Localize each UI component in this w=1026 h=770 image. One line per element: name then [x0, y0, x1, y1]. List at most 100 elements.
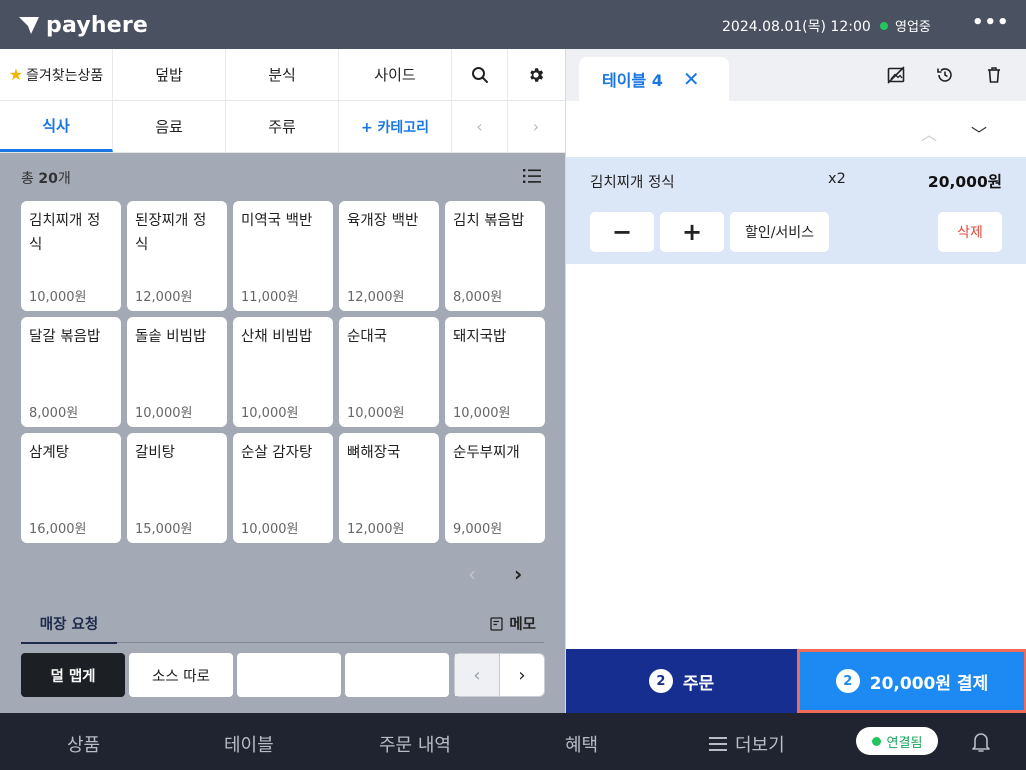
- connection-status: 연결됨: [856, 727, 938, 755]
- product-price: 8,000원: [453, 290, 503, 305]
- category-side[interactable]: 사이드: [339, 49, 452, 100]
- order-button[interactable]: 2 주문: [566, 649, 797, 713]
- request-option-empty[interactable]: [237, 653, 341, 697]
- nav-tables[interactable]: 테이블: [224, 731, 274, 757]
- product-price: 9,000원: [453, 522, 503, 537]
- connection-dot-icon: [871, 736, 881, 746]
- category-drinks[interactable]: 음료: [113, 101, 226, 152]
- grid-prev-icon[interactable]: ‹: [468, 562, 476, 586]
- product-price: 12,000원: [347, 290, 405, 305]
- table-tab[interactable]: 테이블 4 ✕: [579, 57, 729, 101]
- nav-products[interactable]: 상품: [67, 731, 100, 757]
- close-icon[interactable]: ✕: [683, 67, 700, 91]
- scroll-down-icon[interactable]: ﹀: [971, 121, 987, 145]
- product-price: 10,000원: [453, 406, 511, 421]
- product-price: 10,000원: [135, 406, 193, 421]
- request-pager: ‹ ›: [454, 653, 545, 697]
- product-price: 15,000원: [135, 522, 193, 537]
- category-next-icon[interactable]: ›: [508, 101, 564, 152]
- request-next-icon[interactable]: ›: [500, 654, 544, 696]
- product-card[interactable]: 산채 비빔밥 10,000원: [233, 317, 333, 427]
- product-card[interactable]: 돌솥 비빔밥 10,000원: [127, 317, 227, 427]
- settings-button[interactable]: [508, 49, 564, 100]
- product-card[interactable]: 미역국 백반 11,000원: [233, 201, 333, 311]
- no-image-icon[interactable]: [887, 66, 905, 84]
- nav-more-label: 더보기: [735, 735, 785, 756]
- request-option-empty[interactable]: [345, 653, 449, 697]
- order-item-price: 20,000원: [927, 173, 1002, 191]
- pay-button[interactable]: 2 20,000원 결제: [797, 649, 1026, 713]
- product-card[interactable]: 갈비탕 15,000원: [127, 433, 227, 543]
- logo-text: payhere: [46, 12, 149, 38]
- order-panel-header: 테이블 4 ✕: [566, 49, 1026, 101]
- delete-item-button[interactable]: 삭제: [938, 212, 1002, 252]
- trash-icon[interactable]: [985, 66, 1003, 84]
- order-button-label: 주문: [682, 673, 715, 694]
- current-datetime: 2024.08.01(목) 12:00: [722, 19, 871, 35]
- category-rice-bowl[interactable]: 덮밥: [113, 49, 226, 100]
- payhere-logo-icon: [19, 17, 39, 34]
- nav-benefits[interactable]: 혜택: [565, 731, 598, 757]
- store-request-tabs: 매장 요청 메모: [21, 607, 544, 644]
- gear-icon: [530, 67, 544, 82]
- product-name: 미역국 백반: [241, 213, 313, 229]
- order-item-row[interactable]: 김치찌개 정식 x2 20,000원 − + 할인/서비스 삭제: [566, 157, 1026, 264]
- add-category-button[interactable]: + 카테고리: [339, 101, 452, 152]
- scroll-up-icon[interactable]: ︿: [921, 121, 937, 145]
- discount-service-button[interactable]: 할인/서비스: [730, 212, 829, 252]
- memo-button[interactable]: 메모: [490, 613, 536, 634]
- product-card[interactable]: 순두부찌개 9,000원: [445, 433, 545, 543]
- product-price: 8,000원: [29, 406, 79, 421]
- product-card[interactable]: 달갈 볶음밥 8,000원: [21, 317, 121, 427]
- request-option-sauce-separate[interactable]: 소스 따로: [129, 653, 233, 697]
- decrease-qty-button[interactable]: −: [590, 212, 654, 252]
- more-menu-icon[interactable]: •••: [972, 12, 1010, 33]
- product-name: 달갈 볶음밥: [29, 329, 101, 345]
- product-card[interactable]: 삼계탕 16,000원: [21, 433, 121, 543]
- table-tab-label: 테이블 4: [602, 71, 663, 90]
- grid-next-icon[interactable]: ›: [514, 562, 522, 586]
- product-count: 총 20개: [21, 168, 71, 188]
- history-icon[interactable]: [936, 66, 954, 84]
- product-name: 순대국: [347, 329, 388, 345]
- business-status: 영업중: [880, 16, 931, 35]
- product-price: 12,000원: [347, 522, 405, 537]
- product-card[interactable]: 돼지국밥 10,000원: [445, 317, 545, 427]
- product-card[interactable]: 된장찌개 정식 12,000원: [127, 201, 227, 311]
- product-name: 순살 감자탕: [241, 445, 313, 461]
- pay-count-badge: 2: [835, 669, 860, 693]
- product-card[interactable]: 김치 볶음밥 8,000원: [445, 201, 545, 311]
- connection-label: 연결됨: [886, 735, 923, 751]
- product-price: 10,000원: [347, 406, 405, 421]
- nav-more[interactable]: 더보기: [709, 731, 785, 757]
- pay-button-label: 20,000원 결제: [869, 673, 989, 694]
- request-prev-icon[interactable]: ‹: [455, 654, 500, 696]
- category-favorites[interactable]: ★ 즐겨찾는상품: [0, 49, 113, 100]
- order-item-name: 김치찌개 정식: [590, 175, 675, 191]
- product-card[interactable]: 순대국 10,000원: [339, 317, 439, 427]
- product-name: 삼계탕: [29, 445, 70, 461]
- category-snack[interactable]: 분식: [226, 49, 339, 100]
- request-option-less-spicy[interactable]: 덜 맵게: [21, 653, 125, 697]
- count-suffix: 개: [57, 171, 71, 187]
- category-label: 즐겨찾는상품: [26, 67, 104, 84]
- star-icon: ★: [8, 65, 24, 84]
- product-name: 김치찌개 정식: [29, 213, 101, 253]
- category-alcohol[interactable]: 주류: [226, 101, 339, 152]
- status-dot-icon: [880, 21, 888, 30]
- list-view-icon[interactable]: [523, 168, 541, 184]
- product-name: 뼈해장국: [347, 445, 401, 461]
- category-row-2: 식사 음료 주류 + 카테고리 ‹ ›: [0, 101, 565, 153]
- category-prev-icon[interactable]: ‹: [452, 101, 508, 152]
- search-button[interactable]: [452, 49, 508, 100]
- category-meal[interactable]: 식사: [0, 101, 113, 152]
- tab-store-request[interactable]: 매장 요청: [21, 613, 117, 644]
- increase-qty-button[interactable]: +: [660, 212, 724, 252]
- product-card[interactable]: 육개장 백반 12,000원: [339, 201, 439, 311]
- product-card[interactable]: 김치찌개 정식 10,000원: [21, 201, 121, 311]
- product-name: 산채 비빔밥: [241, 329, 313, 345]
- bell-icon[interactable]: [971, 731, 991, 753]
- product-card[interactable]: 순살 감자탕 10,000원: [233, 433, 333, 543]
- nav-order-history[interactable]: 주문 내역: [379, 731, 451, 757]
- product-card[interactable]: 뼈해장국 12,000원: [339, 433, 439, 543]
